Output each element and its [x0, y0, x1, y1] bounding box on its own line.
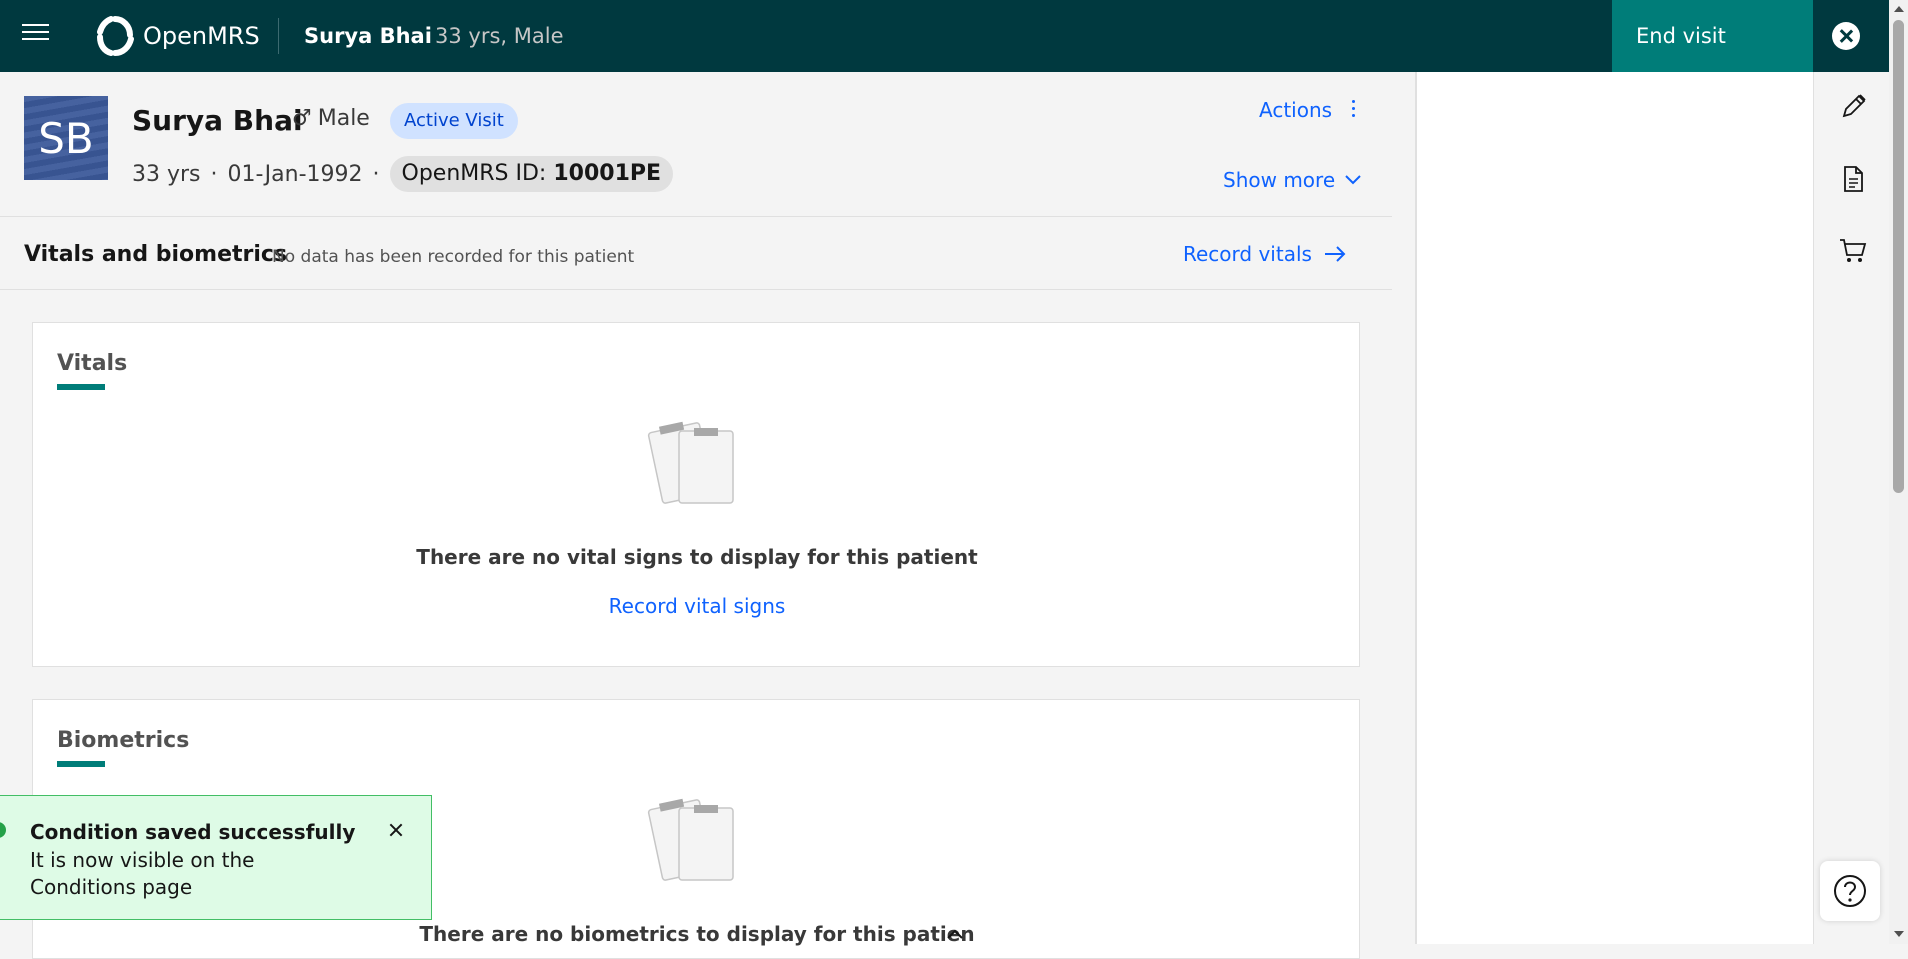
help-icon — [1834, 875, 1866, 907]
gender-symbol: ♂ — [292, 106, 312, 131]
scroll-up-arrow[interactable] — [1894, 6, 1904, 12]
overflow-menu-icon[interactable] — [1352, 100, 1356, 120]
patient-dob: 01-Jan-1992 — [227, 161, 363, 187]
topbar-patient-name: Surya Bhai — [304, 24, 432, 48]
vitals-card: Vitals There are no vital signs to displ… — [32, 322, 1360, 667]
end-visit-button[interactable]: End visit — [1612, 0, 1813, 72]
active-visit-tag: Active Visit — [390, 103, 518, 139]
scroll-thumb[interactable] — [1893, 20, 1904, 493]
help-button[interactable] — [1820, 861, 1880, 921]
patient-banner: SB Surya Bhai ♂ Male Active Visit 33 yrs… — [0, 72, 1392, 217]
separator: · — [210, 161, 218, 187]
patient-name: Surya Bhai — [132, 104, 303, 137]
patient-id-tag: OpenMRS ID: 10001PE — [389, 156, 674, 192]
toast-message: It is now visible on the Conditions page — [30, 848, 255, 899]
avatar-initials: SB — [38, 113, 94, 163]
clipboard-empty-icon — [647, 421, 734, 504]
chevron-down-icon — [1345, 175, 1361, 185]
show-more-label: Show more — [1223, 168, 1336, 192]
success-icon — [0, 822, 6, 838]
top-navigation-bar: OpenMRS Surya Bhai 33 yrs, Male End visi… — [0, 0, 1908, 72]
toast-close-icon[interactable] — [384, 818, 408, 842]
empty-state-text: There are no biometrics to display for t… — [419, 922, 975, 946]
vertical-scrollbar[interactable] — [1889, 0, 1908, 944]
record-vital-signs-link[interactable]: Record vital signs — [33, 594, 1361, 618]
title-underline — [57, 761, 105, 767]
patient-age: 33 yrs — [132, 161, 201, 187]
avatar: SB — [24, 96, 108, 180]
close-icon[interactable] — [1832, 22, 1860, 50]
scroll-down-arrow[interactable] — [1894, 931, 1904, 937]
actions-button[interactable]: Actions — [1259, 98, 1332, 122]
divider — [278, 18, 279, 54]
topbar-patient-info: 33 yrs, Male — [435, 24, 564, 48]
id-value: 10001PE — [553, 161, 662, 186]
record-vitals-button[interactable]: Record vitals — [1183, 242, 1346, 266]
id-label: OpenMRS ID: — [401, 161, 547, 186]
card-title: Biometrics — [57, 728, 190, 753]
action-rail — [1813, 72, 1889, 944]
menu-icon[interactable] — [22, 24, 49, 48]
cart-icon[interactable] — [1838, 236, 1868, 266]
gender-label: Male — [317, 106, 370, 131]
title-underline — [57, 384, 105, 390]
show-more-button[interactable]: Show more — [1223, 168, 1361, 192]
chevron-up-icon[interactable] — [945, 924, 965, 944]
pen-icon[interactable] — [1838, 92, 1868, 122]
section-subtitle: No data has been recorded for this patie… — [272, 247, 635, 267]
openmrs-logo-icon — [97, 16, 134, 56]
brand-name: OpenMRS — [143, 22, 260, 50]
success-toast: Condition saved successfully It is now v… — [0, 795, 432, 920]
section-title: Vitals and biometrics — [24, 242, 288, 267]
patient-gender: ♂ Male — [292, 106, 370, 131]
openmrs-logo[interactable]: OpenMRS — [96, 16, 260, 56]
card-title: Vitals — [57, 351, 128, 376]
vitals-header: Vitals and biometrics No data has been r… — [0, 218, 1392, 290]
separator: · — [372, 161, 380, 187]
empty-state-text: There are no vital signs to display for … — [416, 545, 978, 569]
document-icon[interactable] — [1838, 164, 1868, 194]
clipboard-empty-icon — [647, 798, 734, 881]
arrow-right-icon — [1324, 246, 1346, 262]
record-vitals-label: Record vitals — [1183, 242, 1312, 266]
patient-details: 33 yrs · 01-Jan-1992 · OpenMRS ID: 10001… — [132, 156, 674, 192]
toast-title: Condition saved successfully — [30, 820, 356, 844]
workspace-panel — [1415, 72, 1813, 944]
